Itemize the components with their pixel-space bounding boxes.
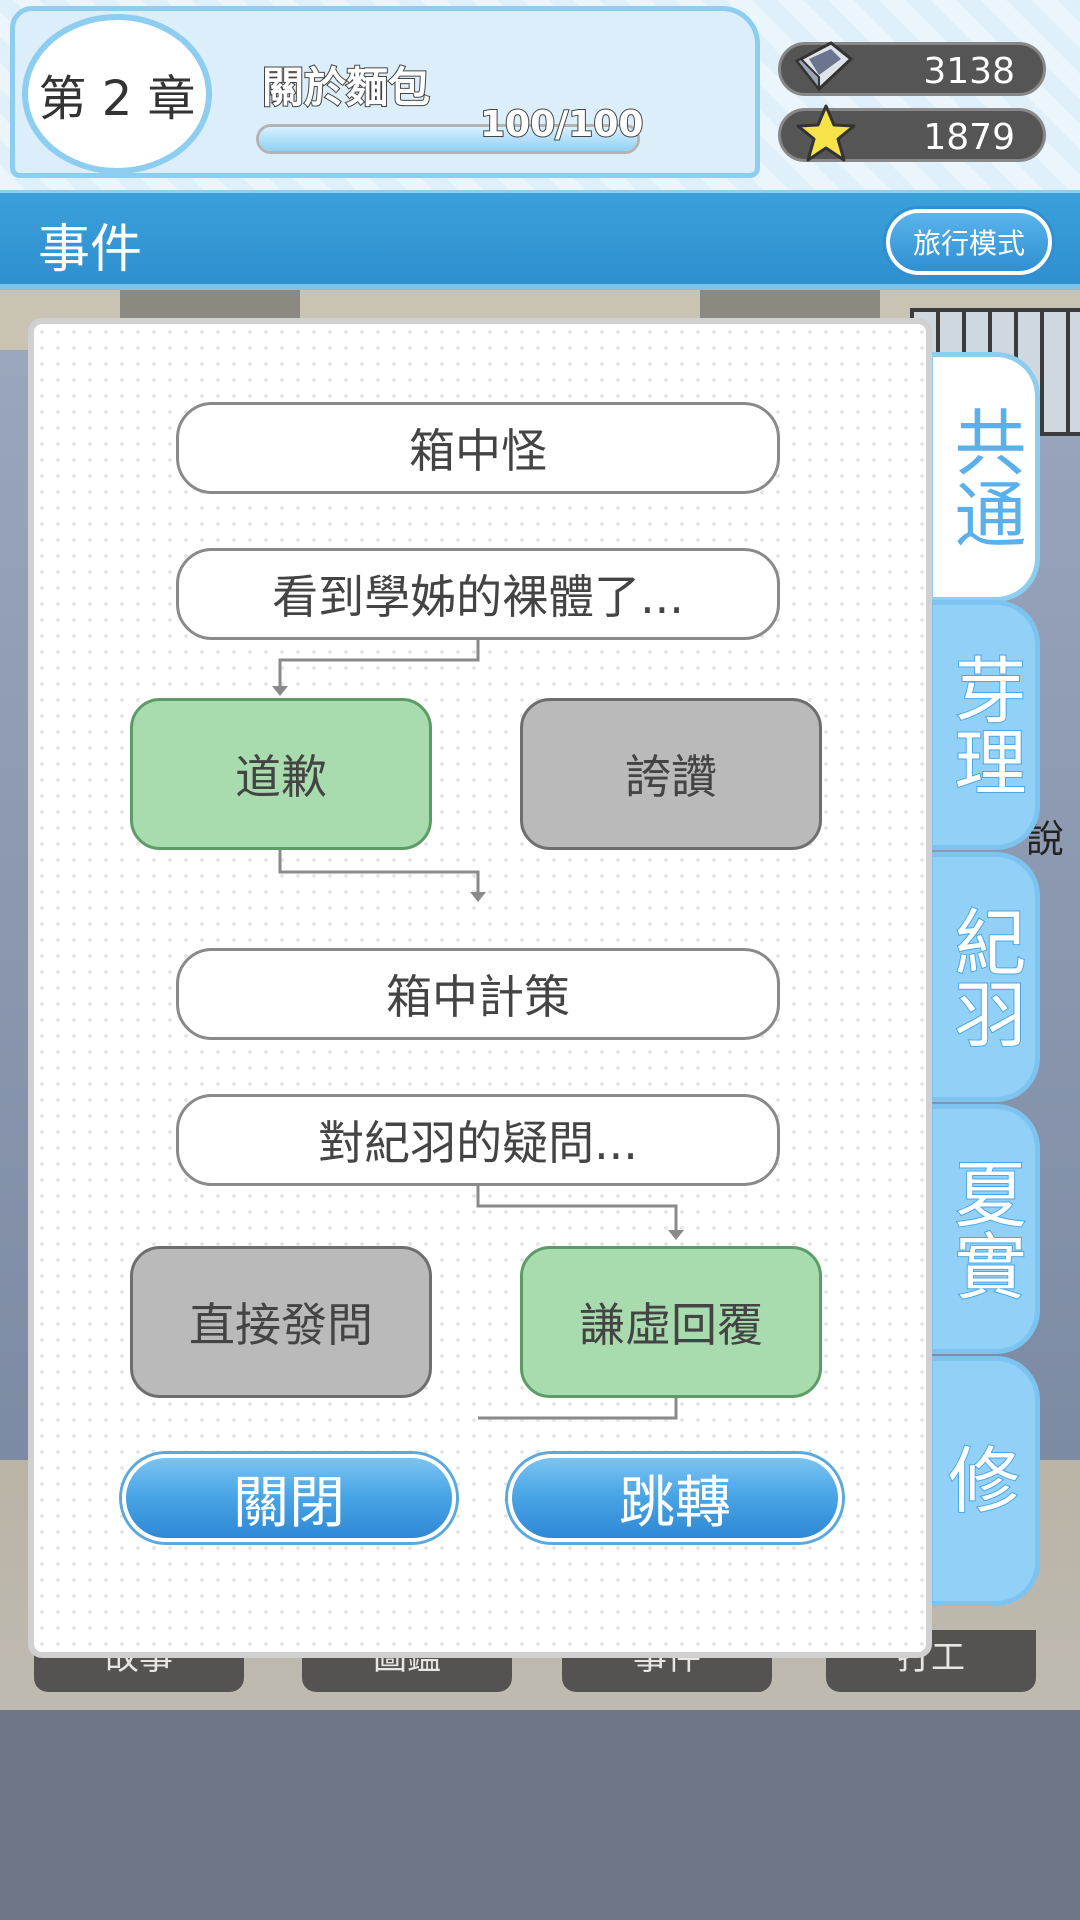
event-node-saw-senior[interactable]: 看到學姊的裸體了...: [176, 548, 780, 640]
event-node-box-plan[interactable]: 箱中計策: [176, 948, 780, 1040]
close-button[interactable]: 關閉: [122, 1454, 456, 1542]
jump-button[interactable]: 跳轉: [508, 1454, 842, 1542]
event-node-box-monster[interactable]: 箱中怪: [176, 402, 780, 494]
choice-ask-directly[interactable]: 直接發問: [130, 1246, 432, 1398]
choice-apologize[interactable]: 道歉: [130, 698, 432, 850]
event-node-question-jiyu[interactable]: 對紀羽的疑問...: [176, 1094, 780, 1186]
choice-praise[interactable]: 誇讚: [520, 698, 822, 850]
choice-humble-reply[interactable]: 謙虛回覆: [520, 1246, 822, 1398]
